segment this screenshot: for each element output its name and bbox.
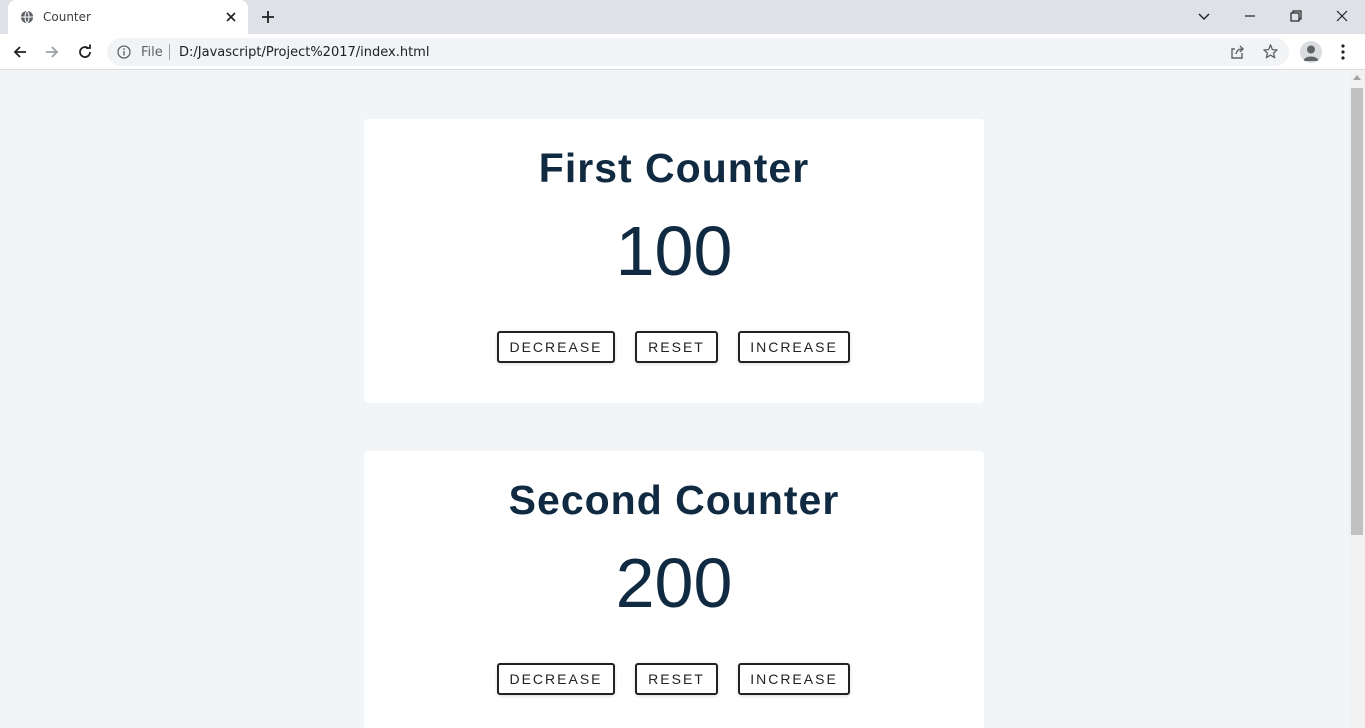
plus-icon[interactable] — [259, 8, 277, 26]
kebab-menu-icon[interactable] — [1336, 43, 1350, 61]
first-counter-card: First Counter 100 Decrease Reset Increas… — [364, 119, 984, 403]
back-arrow-icon[interactable] — [11, 43, 29, 61]
counter-title: First Counter — [538, 145, 810, 191]
chevron-down-icon[interactable] — [1196, 8, 1212, 24]
decrease-button[interactable]: Decrease — [497, 663, 615, 695]
url-text[interactable]: D:/Javascript/Project%2017/index.html — [179, 45, 429, 60]
browser-tab[interactable]: Counter — [8, 0, 248, 34]
scroll-up-arrow-icon[interactable] — [1353, 75, 1361, 80]
tab-title: Counter — [43, 10, 91, 24]
restore-icon[interactable] — [1288, 8, 1304, 24]
second-counter-card: Second Counter 200 Decrease Reset Increa… — [364, 451, 984, 728]
share-icon[interactable] — [1229, 44, 1245, 60]
close-icon[interactable] — [1334, 8, 1350, 24]
counter-buttons: Decrease Reset Increase — [364, 331, 984, 363]
scrollbar-thumb[interactable] — [1351, 88, 1363, 535]
reload-icon[interactable] — [76, 43, 94, 61]
globe-icon — [20, 10, 34, 24]
star-icon[interactable] — [1262, 43, 1279, 60]
counter-title: Second Counter — [508, 477, 840, 523]
close-icon[interactable] — [223, 9, 239, 25]
counter-buttons: Decrease Reset Increase — [364, 663, 984, 695]
profile-icon[interactable] — [1300, 41, 1322, 63]
reset-button[interactable]: Reset — [635, 331, 718, 363]
forward-arrow-icon[interactable] — [43, 43, 61, 61]
vertical-scrollbar[interactable] — [1349, 71, 1365, 728]
counter-value: 200 — [615, 544, 733, 622]
profile-silhouette-icon — [1303, 45, 1319, 61]
minimize-icon[interactable] — [1242, 8, 1258, 24]
tab-strip: Counter — [0, 0, 1365, 34]
scheme-label: File — [141, 45, 163, 60]
browser-toolbar: File D:/Javascript/Project%2017/index.ht… — [0, 34, 1365, 70]
omnibox-separator — [169, 44, 170, 60]
decrease-button[interactable]: Decrease — [497, 331, 615, 363]
page-viewport: First Counter 100 Decrease Reset Increas… — [0, 71, 1349, 728]
increase-button[interactable]: Increase — [738, 663, 850, 695]
reset-button[interactable]: Reset — [635, 663, 718, 695]
address-bar[interactable]: File D:/Javascript/Project%2017/index.ht… — [107, 38, 1289, 66]
counter-value: 100 — [615, 212, 733, 290]
info-icon[interactable] — [117, 45, 131, 59]
increase-button[interactable]: Increase — [738, 331, 850, 363]
